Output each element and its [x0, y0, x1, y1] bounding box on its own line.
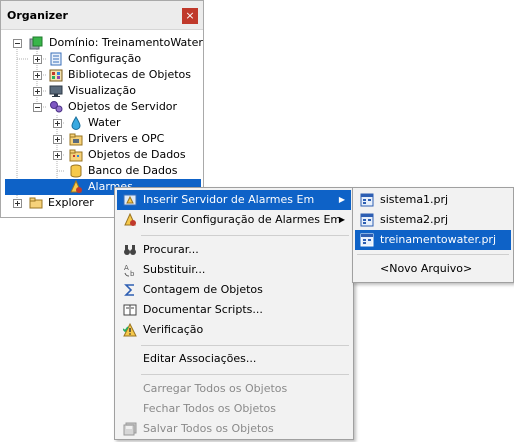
menu-item-label: Editar Associações... — [143, 352, 257, 365]
tree-item-objetos-dados[interactable]: Objetos de Dados — [1, 147, 201, 163]
tree-item-label: Bibliotecas de Objetos — [68, 68, 192, 81]
expand-icon[interactable] — [33, 55, 42, 64]
menu-separator — [141, 235, 349, 236]
menu-item-editar-associacoes[interactable]: Editar Associações... — [117, 349, 351, 369]
expand-icon[interactable] — [53, 151, 62, 160]
sigma-icon — [124, 284, 134, 296]
config-icon — [50, 52, 62, 66]
menu-item-label: Substituir... — [143, 263, 206, 276]
submenu-item-label: <Novo Arquivo> — [380, 262, 473, 275]
project-file-icon — [360, 193, 374, 207]
collapse-icon[interactable] — [13, 39, 22, 48]
tree-item-label: Drivers e OPC — [88, 132, 165, 145]
menu-item-carregar-todos[interactable]: Carregar Todos os Objetos — [117, 379, 351, 399]
menu-item-substituir[interactable]: A b Substituir... — [117, 260, 351, 280]
tree-item-label: Explorer — [48, 196, 94, 209]
expand-icon[interactable] — [33, 71, 42, 80]
menu-separator — [357, 254, 509, 255]
menu-item-contagem-objetos[interactable]: Contagem de Objetos — [117, 280, 351, 300]
menu-item-documentar-scripts[interactable]: Documentar Scripts... — [117, 300, 351, 320]
tree-item-visualizacao[interactable]: Visualização — [1, 83, 201, 99]
context-menu: Inserir Servidor de Alarmes Em ▶ Inserir… — [114, 187, 354, 440]
menu-item-inserir-servidor-alarmes[interactable]: Inserir Servidor de Alarmes Em ▶ — [117, 190, 351, 210]
expand-icon[interactable] — [53, 135, 62, 144]
menu-item-label: Contagem de Objetos — [143, 283, 263, 296]
submenu-arrow-icon: ▶ — [338, 195, 345, 204]
menu-item-fechar-todos[interactable]: Fechar Todos os Objetos — [117, 399, 351, 419]
menu-item-procurar[interactable]: Procurar... — [117, 240, 351, 260]
submenu-item-label: sistema1.prj — [380, 193, 449, 206]
submenu-item-novo-arquivo[interactable]: <Novo Arquivo> — [355, 259, 511, 279]
menu-item-label: Carregar Todos os Objetos — [143, 382, 288, 395]
menu-item-label: Salvar Todos os Objetos — [143, 422, 274, 435]
book-icon — [123, 304, 137, 316]
tree-item-label: Domínio: TreinamentoWater — [49, 36, 203, 49]
project-file-icon — [360, 233, 374, 247]
menu-item-label: Inserir Configuração de Alarmes Em — [143, 213, 342, 226]
drivers-icon — [69, 133, 83, 146]
tree-item-label: Objetos de Servidor — [68, 100, 178, 113]
menu-item-label: Procurar... — [143, 243, 199, 256]
tree-item-label: Configuração — [68, 52, 142, 65]
alarm-config-icon — [124, 213, 136, 226]
save-all-icon — [123, 422, 137, 436]
expand-icon[interactable] — [13, 199, 22, 208]
collapse-icon[interactable] — [33, 103, 42, 112]
alarm-server-icon — [123, 194, 137, 206]
database-icon — [70, 164, 82, 178]
submenu-item-treinamentowater[interactable]: treinamentowater.prj — [355, 230, 511, 250]
submenu-item-label: treinamentowater.prj — [380, 233, 497, 246]
expand-icon[interactable] — [33, 87, 42, 96]
tree-item-objetos-servidor[interactable]: Objetos de Servidor — [1, 99, 201, 115]
tree-item-domain[interactable]: Domínio: TreinamentoWater — [1, 35, 203, 51]
warning-check-icon — [123, 323, 137, 337]
submenu-alarm-server-targets: sistema1.prj sistema2.prj treinamentowat… — [352, 187, 514, 283]
server-objects-icon — [50, 101, 63, 113]
tree-item-bibliotecas[interactable]: Bibliotecas de Objetos — [1, 67, 201, 83]
tree-item-label: Visualização — [68, 84, 136, 97]
tree-item-banco-dados[interactable]: Banco de Dados — [1, 163, 201, 179]
expand-icon[interactable] — [53, 119, 62, 128]
tree-item-label: Banco de Dados — [88, 164, 178, 177]
menu-item-label: Documentar Scripts... — [143, 303, 263, 316]
svg-text:A: A — [124, 264, 129, 272]
menu-separator — [141, 345, 349, 346]
domain-icon — [29, 36, 43, 50]
tree-item-drivers-opc[interactable]: Drivers e OPC — [1, 131, 201, 147]
menu-item-inserir-configuracao-alarmes[interactable]: Inserir Configuração de Alarmes Em ▶ — [117, 210, 351, 230]
tree-item-label: Objetos de Dados — [88, 148, 186, 161]
menu-item-salvar-todos[interactable]: Salvar Todos os Objetos — [117, 419, 351, 439]
folder-icon — [29, 197, 43, 209]
tree-item-label: Water — [88, 116, 121, 129]
submenu-item-label: sistema2.prj — [380, 213, 449, 226]
menu-item-label: Verificação — [143, 323, 204, 336]
tree-item-water[interactable]: Water — [1, 115, 201, 131]
water-drop-icon — [71, 116, 81, 130]
menu-item-label: Inserir Servidor de Alarmes Em — [143, 193, 315, 206]
binoculars-icon — [124, 245, 136, 255]
submenu-arrow-icon: ▶ — [338, 215, 345, 224]
monitor-icon — [49, 85, 63, 97]
library-icon — [49, 69, 63, 82]
submenu-item-sistema1[interactable]: sistema1.prj — [355, 190, 511, 210]
svg-text:b: b — [130, 270, 135, 277]
organizer-panel: Organizer × Domínio: TreinamentoWater Co… — [0, 0, 204, 218]
menu-item-verificacao[interactable]: Verificação — [117, 320, 351, 340]
project-file-icon — [360, 213, 374, 227]
data-objects-icon — [69, 149, 83, 162]
replace-icon: A b — [124, 264, 135, 277]
submenu-item-sistema2[interactable]: sistema2.prj — [355, 210, 511, 230]
tree-item-configuracao[interactable]: Configuração — [1, 51, 201, 67]
menu-item-label: Fechar Todos os Objetos — [143, 402, 276, 415]
alarm-icon — [70, 180, 82, 193]
menu-separator — [141, 374, 349, 375]
